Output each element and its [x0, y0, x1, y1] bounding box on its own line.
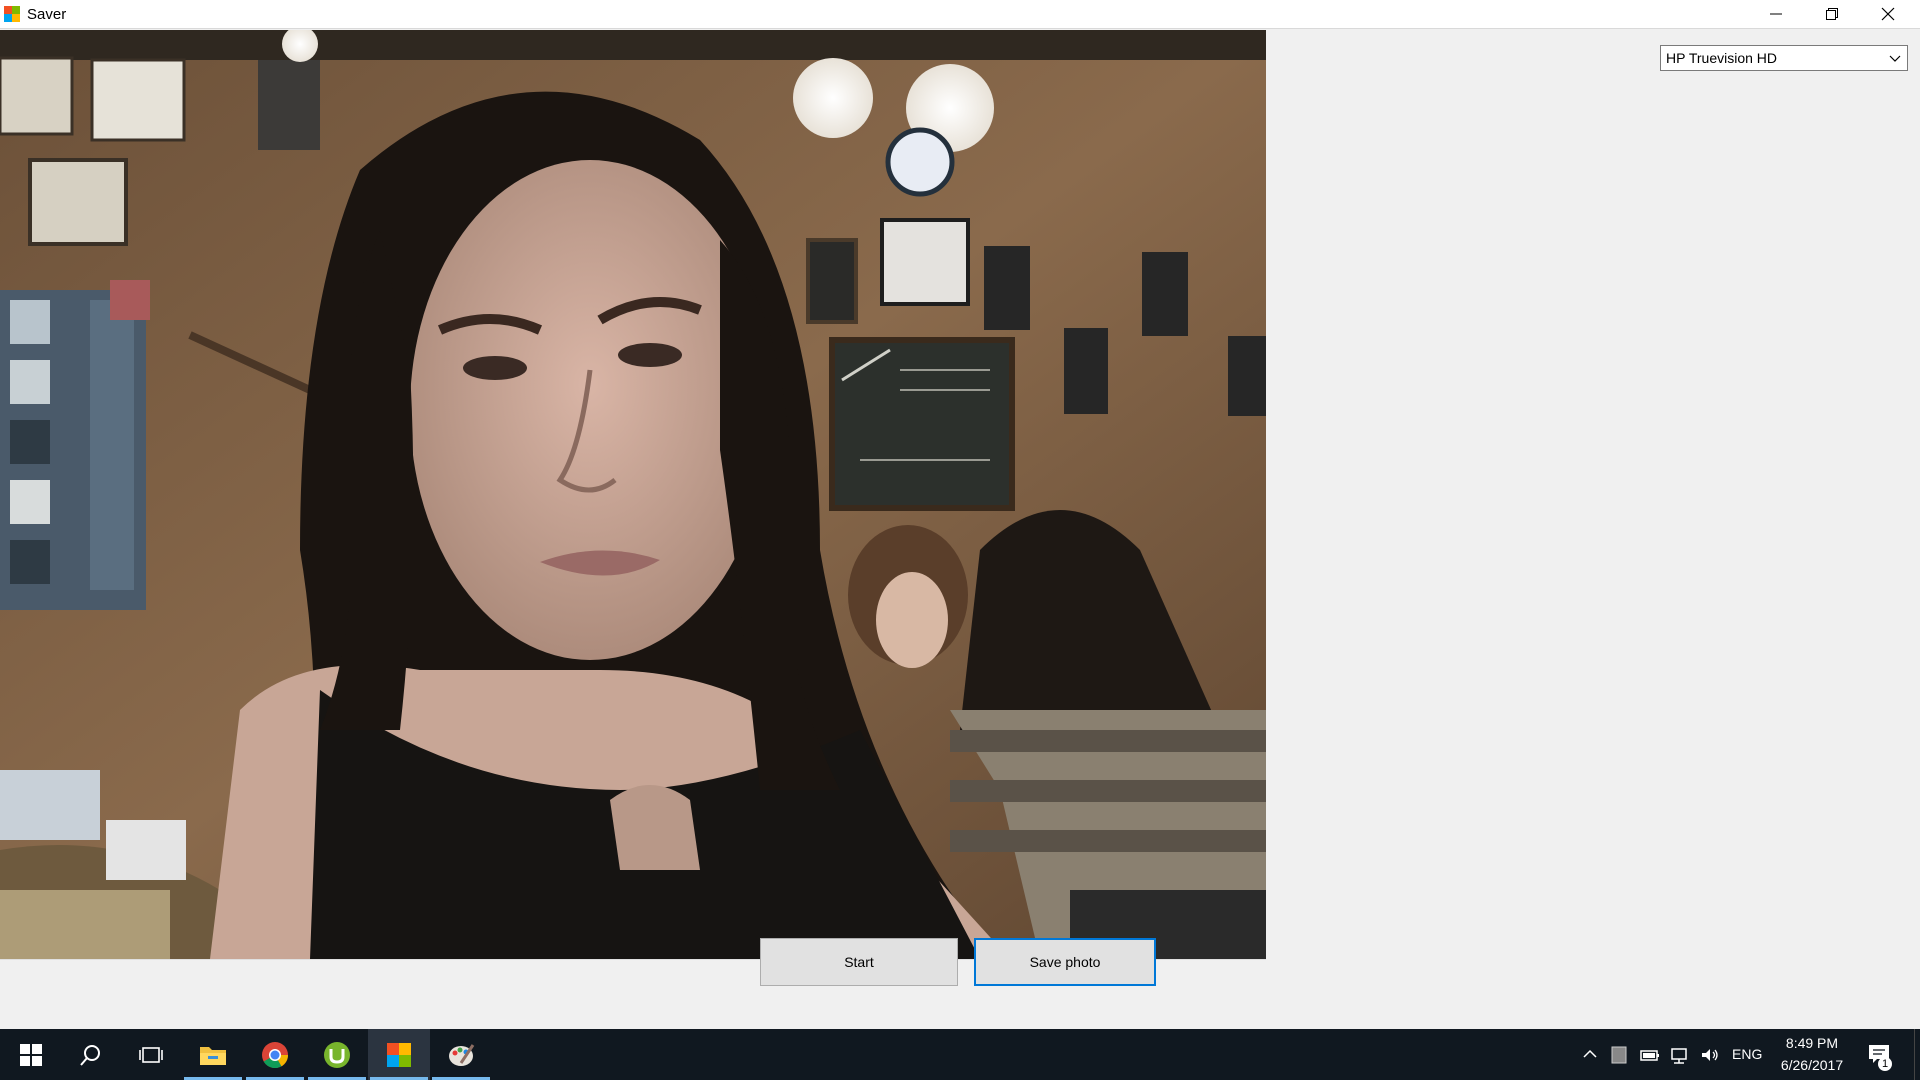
- camera-device-value: HP Truevision HD: [1666, 50, 1778, 66]
- window-titlebar[interactable]: Saver: [0, 0, 1920, 29]
- minimize-icon: [1770, 13, 1782, 15]
- notification-count-badge: 1: [1878, 1057, 1892, 1071]
- chrome-icon: [262, 1041, 289, 1068]
- close-button[interactable]: [1860, 0, 1920, 29]
- start-button[interactable]: Start: [760, 938, 958, 986]
- taskbar-utorrent[interactable]: [306, 1029, 368, 1080]
- webcam-frame-image: [0, 30, 1266, 959]
- windows-start-icon: [20, 1043, 42, 1066]
- save-photo-button[interactable]: Save photo: [974, 938, 1156, 986]
- show-desktop-button[interactable]: [1914, 1029, 1920, 1080]
- minimize-button[interactable]: [1748, 0, 1804, 29]
- saver-app-icon: [387, 1042, 411, 1067]
- restore-icon: [1826, 8, 1838, 20]
- chevron-down-icon: [1889, 55, 1901, 62]
- restore-button[interactable]: [1804, 0, 1860, 29]
- battery-icon[interactable]: [1640, 1046, 1660, 1064]
- taskbar-saver-app[interactable]: [368, 1029, 430, 1080]
- app-icon: [4, 6, 20, 22]
- taskbar-paint[interactable]: [430, 1029, 492, 1080]
- taskbar-chrome[interactable]: [244, 1029, 306, 1080]
- taskbar-file-explorer[interactable]: [182, 1029, 244, 1080]
- search-taskbar-button[interactable]: [60, 1029, 122, 1080]
- camera-preview: [0, 30, 1266, 959]
- start-button-taskbar[interactable]: [0, 1029, 62, 1080]
- task-view-icon: [139, 1046, 163, 1063]
- chevron-up-icon[interactable]: [1582, 1046, 1598, 1062]
- search-icon: [80, 1044, 100, 1066]
- network-icon[interactable]: [1670, 1046, 1690, 1064]
- clock-time[interactable]: 8:49 PM: [1780, 1035, 1844, 1051]
- tablet-icon[interactable]: [1610, 1046, 1628, 1064]
- close-icon: [1881, 7, 1895, 21]
- clock-date[interactable]: 6/26/2017: [1774, 1057, 1850, 1073]
- utorrent-icon: [324, 1041, 350, 1068]
- paint-icon: [449, 1043, 475, 1066]
- volume-icon[interactable]: [1700, 1046, 1720, 1064]
- file-explorer-icon: [200, 1046, 226, 1065]
- window-title: Saver: [27, 6, 67, 23]
- language-indicator[interactable]: ENG: [1732, 1046, 1762, 1062]
- camera-device-select[interactable]: HP Truevision HD: [1660, 45, 1908, 71]
- taskbar: ENG 8:49 PM 6/26/2017 1: [0, 1029, 1920, 1080]
- task-view-button[interactable]: [120, 1029, 182, 1080]
- app-client-area: HP Truevision HD: [0, 29, 1920, 1029]
